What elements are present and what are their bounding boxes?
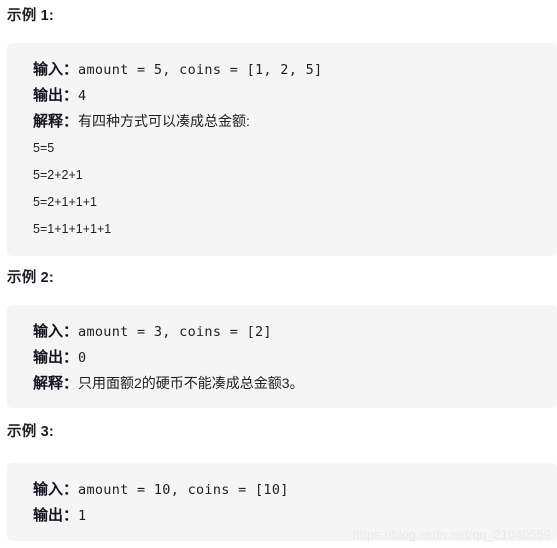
equation-line: 5=1+1+1+1+1: [33, 222, 112, 236]
example-3-output-line: 输出：1: [33, 503, 557, 529]
input-value: amount = 10, coins = [10]: [78, 482, 289, 498]
example-3-heading: 示例 3:: [7, 424, 54, 440]
input-value: amount = 5, coins = [1, 2, 5]: [78, 62, 323, 78]
input-value: amount = 3, coins = [2]: [78, 324, 272, 340]
example-1-output-line: 输出：4: [33, 83, 557, 109]
equation-line: 5=2+1+1+1: [33, 195, 97, 209]
output-label: 输出：: [33, 350, 79, 366]
output-value: 0: [78, 350, 87, 366]
output-label: 输出：: [33, 88, 79, 104]
example-1-input-line: 输入：amount = 5, coins = [1, 2, 5]: [33, 57, 557, 83]
explanation-value: 只用面额2的硬币不能凑成总金额3。: [78, 375, 304, 391]
document-page: 示例 1: 输入：amount = 5, coins = [1, 2, 5] 输…: [0, 0, 557, 548]
output-value: 4: [78, 88, 87, 104]
example-1-explanation-line: 解释：有四种方式可以凑成总金额:: [33, 109, 557, 135]
example-2-heading: 示例 2:: [7, 270, 54, 286]
input-label: 输入：: [33, 62, 79, 78]
equation-line: 5=2+2+1: [33, 168, 83, 182]
example-2-explanation-line: 解释：只用面额2的硬币不能凑成总金额3。: [33, 371, 557, 397]
explanation-label: 解释：: [33, 376, 79, 392]
output-label: 输出：: [33, 508, 79, 524]
output-value: 1: [78, 508, 87, 524]
example-2-output-line: 输出：0: [33, 345, 557, 371]
example-1-code-block: 输入：amount = 5, coins = [1, 2, 5] 输出：4 解释…: [7, 43, 557, 256]
equation-line: 5=5: [33, 141, 55, 155]
example-2-input-line: 输入：amount = 3, coins = [2]: [33, 319, 557, 345]
example-2-code-block: 输入：amount = 3, coins = [2] 输出：0 解释：只用面额2…: [7, 305, 557, 408]
input-label: 输入：: [33, 482, 79, 498]
input-label: 输入：: [33, 324, 79, 340]
example-3-input-line: 输入：amount = 10, coins = [10]: [33, 477, 557, 503]
explanation-label: 解释：: [33, 114, 79, 130]
example-1-heading: 示例 1:: [7, 8, 54, 24]
example-3-code-block: 输入：amount = 10, coins = [10] 输出：1: [7, 463, 557, 541]
explanation-value: 有四种方式可以凑成总金额:: [78, 113, 250, 129]
